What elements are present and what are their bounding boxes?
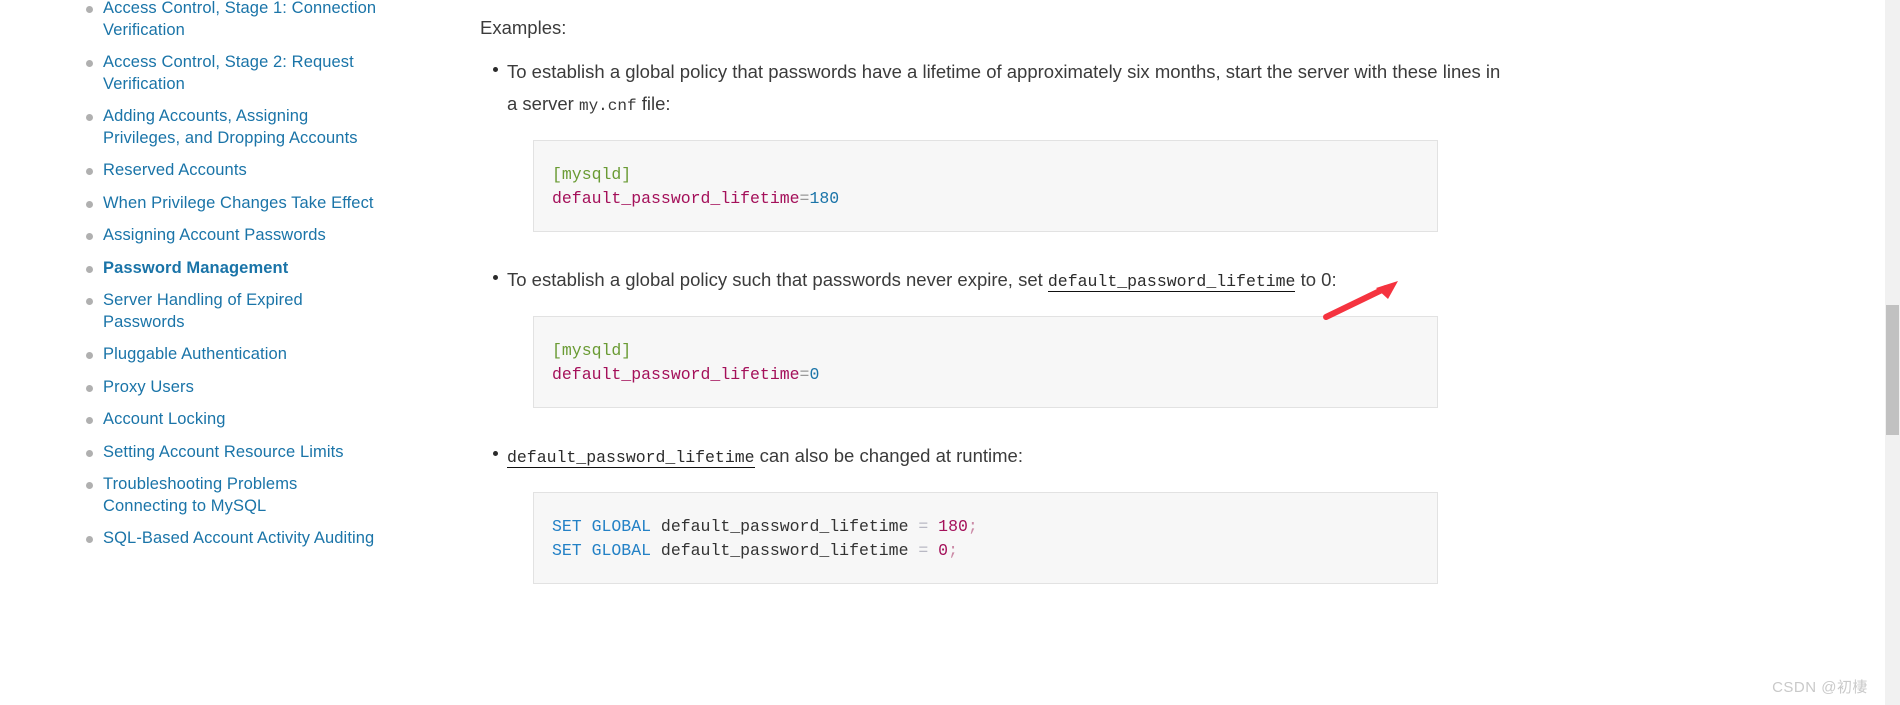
sql-identifier-token: default_password_lifetime xyxy=(651,541,919,560)
code-line: default_password_lifetime=0 xyxy=(552,363,1419,387)
sidebar-item-label[interactable]: Pluggable Authentication xyxy=(103,345,287,363)
bullet-icon xyxy=(86,114,93,121)
list-item: default_password_lifetime can also be ch… xyxy=(460,440,1900,584)
sidebar-item-13[interactable]: SQL-Based Account Activity Auditing xyxy=(0,528,400,550)
code-equals-token: = xyxy=(799,365,810,384)
sidebar-item-5[interactable]: Assigning Account Passwords xyxy=(0,225,400,247)
sql-keyword-token: SET GLOBAL xyxy=(552,541,652,560)
sidebar-item-1[interactable]: Access Control, Stage 2: Request Verific… xyxy=(0,52,400,95)
examples-list: To establish a global policy that passwo… xyxy=(460,56,1900,584)
bullet-icon xyxy=(86,233,93,240)
bullet-icon xyxy=(86,298,93,305)
content-inner: Examples: To establish a global policy t… xyxy=(460,0,1900,705)
item2-paragraph: To establish a global policy such that p… xyxy=(460,264,1507,298)
bullet-icon xyxy=(86,384,93,392)
sidebar-item-4[interactable]: When Privilege Changes Take Effect xyxy=(0,193,400,215)
code-line: [mysqld] xyxy=(552,339,1419,363)
sidebar-item-10[interactable]: Account Locking xyxy=(0,409,400,431)
bullet-icon xyxy=(86,417,93,424)
item3-paragraph: default_password_lifetime can also be ch… xyxy=(460,440,1507,474)
code-section-token: [mysqld] xyxy=(552,341,632,360)
watermark: CSDN @初棲 xyxy=(1772,679,1868,696)
sidebar-item-6[interactable]: Password Management xyxy=(0,258,400,280)
bullet-icon xyxy=(86,200,93,208)
sidebar-item-8[interactable]: Pluggable Authentication xyxy=(0,344,400,366)
item1-paragraph: To establish a global policy that passwo… xyxy=(460,56,1507,122)
bullet-icon xyxy=(86,352,93,359)
code-line: default_password_lifetime=180 xyxy=(552,187,1419,211)
code-number-token: 180 xyxy=(809,189,840,208)
code-block-1: [mysqld] default_password_lifetime=180 xyxy=(533,140,1438,232)
window-scrollbar[interactable] xyxy=(1885,0,1900,705)
sidebar-item-11[interactable]: Setting Account Resource Limits xyxy=(0,442,400,464)
sql-identifier-token: default_password_lifetime xyxy=(651,517,919,536)
list-item: To establish a global policy that passwo… xyxy=(460,56,1900,232)
sidebar-item-label[interactable]: Assigning Account Passwords xyxy=(103,226,326,244)
sidebar-toc-list: Access Control, Stage 1: Connection Veri… xyxy=(0,0,400,561)
item3-code-link[interactable]: default_password_lifetime xyxy=(507,448,755,468)
sql-keyword-token: SET GLOBAL xyxy=(552,517,652,536)
bullet-icon xyxy=(86,265,93,273)
sql-operator-token: = xyxy=(918,517,929,536)
sql-operator-token: = xyxy=(918,541,929,560)
window-scrollbar-thumb[interactable] xyxy=(1886,305,1899,435)
code-block-2: [mysqld] default_password_lifetime=0 xyxy=(533,316,1438,408)
item1-text-b: file: xyxy=(636,93,671,114)
sidebar-item-3[interactable]: Reserved Accounts xyxy=(0,160,400,182)
main-content: Examples: To establish a global policy t… xyxy=(400,0,1900,705)
bullet-icon xyxy=(86,536,93,543)
sidebar-item-label[interactable]: Account Locking xyxy=(103,410,226,428)
sidebar-item-9[interactable]: Proxy Users xyxy=(0,377,400,399)
sidebar-item-label[interactable]: Access Control, Stage 2: Request Verific… xyxy=(103,53,354,93)
sidebar-item-label[interactable]: Troubleshooting Problems Connecting to M… xyxy=(103,475,297,515)
code-section-token: [mysqld] xyxy=(552,165,632,184)
sidebar-item-7[interactable]: Server Handling of Expired Passwords xyxy=(0,290,400,333)
code-equals-token: = xyxy=(799,189,810,208)
bullet-icon xyxy=(86,168,93,175)
sidebar-item-12[interactable]: Troubleshooting Problems Connecting to M… xyxy=(0,474,400,517)
item2-code-link[interactable]: default_password_lifetime xyxy=(1047,272,1296,292)
code-variable-token: default_password_lifetime xyxy=(552,189,800,208)
sidebar-item-label[interactable]: SQL-Based Account Activity Auditing xyxy=(103,529,374,547)
item2-text-a: To establish a global policy such that p… xyxy=(507,269,1048,290)
sidebar-item-label[interactable]: When Privilege Changes Take Effect xyxy=(103,194,374,212)
sidebar-item-label[interactable]: Setting Account Resource Limits xyxy=(103,443,344,461)
bullet-icon xyxy=(86,60,93,67)
bullet-icon xyxy=(86,482,93,489)
sidebar-item-label[interactable]: Server Handling of Expired Passwords xyxy=(103,291,303,331)
sidebar-item-label[interactable]: Proxy Users xyxy=(103,378,194,396)
bullet-icon xyxy=(493,275,498,280)
sidebar-toc: Access Control, Stage 1: Connection Veri… xyxy=(0,0,400,705)
sidebar-item-label[interactable]: Reserved Accounts xyxy=(103,161,247,179)
code-line: SET GLOBAL default_password_lifetime = 0… xyxy=(552,539,1419,563)
examples-label: Examples: xyxy=(480,17,567,38)
sidebar-item-0[interactable]: Access Control, Stage 1: Connection Veri… xyxy=(0,0,400,41)
bullet-icon xyxy=(493,67,498,72)
code-block-3: SET GLOBAL default_password_lifetime = 1… xyxy=(533,492,1438,584)
item3-text-b: can also be changed at runtime: xyxy=(754,445,1023,466)
sidebar-item-label[interactable]: Password Management xyxy=(103,259,288,277)
sql-semicolon-token: ; xyxy=(948,541,958,560)
bullet-icon xyxy=(86,449,93,457)
bullet-icon xyxy=(86,6,93,13)
code-line: [mysqld] xyxy=(552,163,1419,187)
documentation-page: Access Control, Stage 1: Connection Veri… xyxy=(0,0,1900,705)
item1-inline-code: my.cnf xyxy=(578,97,637,115)
code-variable-token: default_password_lifetime xyxy=(552,365,800,384)
code-number-token: 0 xyxy=(809,365,820,384)
sql-number-token: 0 xyxy=(928,541,949,560)
sidebar-item-label[interactable]: Adding Accounts, Assigning Privileges, a… xyxy=(103,107,358,147)
sql-semicolon-token: ; xyxy=(967,517,978,536)
item2-text-b: to 0: xyxy=(1295,269,1337,290)
bullet-icon xyxy=(493,451,498,456)
sql-number-token: 180 xyxy=(928,517,968,536)
code-line: SET GLOBAL default_password_lifetime = 1… xyxy=(552,515,1419,539)
sidebar-item-label[interactable]: Access Control, Stage 1: Connection Veri… xyxy=(103,0,376,39)
list-item: To establish a global policy such that p… xyxy=(460,264,1900,408)
sidebar-item-2[interactable]: Adding Accounts, Assigning Privileges, a… xyxy=(0,106,400,149)
